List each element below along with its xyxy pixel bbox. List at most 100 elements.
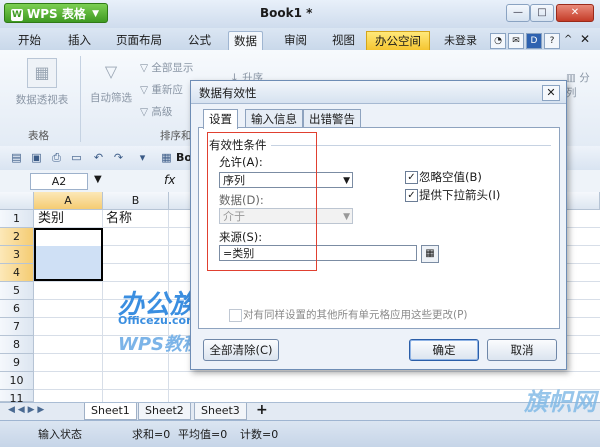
dialog-close-button[interactable]: ✕ bbox=[542, 85, 560, 101]
close-window-button[interactable]: ✕ bbox=[556, 4, 594, 22]
tab-data[interactable]: 数据 bbox=[228, 31, 263, 50]
sheet-tab-3[interactable]: Sheet3 bbox=[194, 403, 247, 420]
tab-page-layout[interactable]: 页面布局 bbox=[114, 31, 164, 49]
row-header[interactable]: 9 bbox=[0, 354, 34, 372]
corner-watermark: 旗帜网 bbox=[524, 388, 596, 416]
row-header[interactable]: 10 bbox=[0, 372, 34, 390]
pivot-table-button[interactable]: ▦ 数据透视表 bbox=[10, 58, 74, 107]
row-header[interactable]: 8 bbox=[0, 336, 34, 354]
status-bar: 输入状态 求和=0 平均值=0 计数=0 bbox=[0, 420, 600, 447]
row-header[interactable]: 3 bbox=[0, 246, 34, 264]
highlight-box bbox=[207, 132, 317, 271]
user-icon[interactable]: ◔ bbox=[490, 33, 506, 49]
save-icon[interactable]: ▣ bbox=[30, 151, 43, 164]
close-doc-icon[interactable]: ✕ bbox=[580, 32, 590, 46]
dropdown-arrow-label: 提供下拉箭头(I) bbox=[419, 188, 501, 202]
dropdown-icon[interactable]: ▾ bbox=[136, 151, 149, 164]
wps-logo-icon: W bbox=[11, 8, 23, 21]
chevron-down-icon: ▼ bbox=[92, 9, 99, 19]
fx-icon[interactable]: fx bbox=[164, 173, 175, 187]
ignore-blank-label: 忽略空值(B) bbox=[419, 170, 482, 184]
advanced-label: 高级 bbox=[151, 106, 173, 118]
document-title: Book1 * bbox=[260, 6, 313, 20]
watermark-wps: WPS教程 bbox=[118, 334, 201, 355]
dialog-title-bar[interactable]: 数据有效性 ✕ bbox=[191, 81, 566, 104]
pivot-table-label: 数据透视表 bbox=[15, 94, 69, 106]
select-all-corner[interactable] bbox=[0, 192, 34, 210]
preview-icon[interactable]: ▭ bbox=[70, 151, 83, 164]
split-label: 分列 bbox=[566, 72, 590, 99]
cell-a1[interactable]: 类别 bbox=[38, 210, 64, 228]
cancel-button[interactable]: 取消 bbox=[487, 339, 557, 361]
group-label-table: 表格 bbox=[28, 130, 49, 142]
d-icon[interactable]: D bbox=[526, 33, 542, 49]
tab-input-message[interactable]: 输入信息 bbox=[245, 109, 303, 128]
wps-menu-button[interactable]: W WPS 表格 ▼ bbox=[4, 3, 108, 23]
apply-all-label: 对有同样设置的其他所有单元格应用这些更改(P) bbox=[243, 309, 468, 321]
tab-review[interactable]: 审阅 bbox=[282, 31, 309, 49]
name-box[interactable]: A2 bbox=[30, 173, 88, 190]
add-sheet-icon[interactable]: + bbox=[256, 402, 268, 418]
column-header-a[interactable]: A bbox=[34, 192, 103, 210]
tab-office-space[interactable]: 办公空间 bbox=[366, 31, 430, 51]
cell-b1[interactable]: 名称 bbox=[106, 210, 132, 228]
range-picker-icon[interactable]: ▦ bbox=[421, 245, 439, 263]
tab-insert[interactable]: 插入 bbox=[66, 31, 93, 49]
split-column-button[interactable]: ▥ 分列 bbox=[566, 70, 600, 100]
watermark-url: Officezu.com bbox=[118, 314, 198, 327]
doc-tab-icon[interactable]: ▦ bbox=[160, 151, 173, 164]
ok-button[interactable]: 确定 bbox=[409, 339, 479, 361]
tab-view[interactable]: 视图 bbox=[330, 31, 357, 49]
chevron-down-icon: ▼ bbox=[343, 176, 350, 186]
group-label-sort: 排序和 bbox=[160, 130, 192, 142]
advanced-filter-button[interactable]: ▽ 高级 bbox=[140, 104, 172, 119]
reapply-label: 重新应 bbox=[151, 84, 183, 96]
open-icon[interactable]: ▤ bbox=[10, 151, 23, 164]
minimize-button[interactable]: — bbox=[506, 4, 530, 22]
status-sum: 求和=0 bbox=[132, 428, 171, 441]
tab-error-alert[interactable]: 出错警告 bbox=[303, 109, 361, 128]
redo-icon[interactable]: ↷ bbox=[112, 151, 125, 164]
sheet-tab-bar: ◀ ◀ ▶ ▶ Sheet1 Sheet2 Sheet3 + bbox=[0, 402, 600, 421]
name-box-dropdown-icon[interactable]: ▼ bbox=[94, 174, 102, 185]
row-header[interactable]: 5 bbox=[0, 282, 34, 300]
help-icon[interactable]: ? bbox=[544, 33, 560, 49]
data-validation-dialog: 数据有效性 ✕ 设置 输入信息 出错警告 有效性条件 允许(A): 序列 ▼ 数据… bbox=[190, 80, 567, 370]
dialog-title: 数据有效性 bbox=[199, 86, 257, 100]
print-icon[interactable]: ⎙ bbox=[50, 151, 63, 164]
group-separator bbox=[80, 56, 81, 142]
row-header[interactable]: 2 bbox=[0, 228, 34, 246]
tab-formulas[interactable]: 公式 bbox=[186, 31, 213, 49]
clear-all-button[interactable]: 全部清除(C) bbox=[203, 339, 279, 361]
sheet-nav-icons[interactable]: ◀ ◀ ▶ ▶ bbox=[8, 405, 44, 415]
maximize-button[interactable]: □ bbox=[530, 4, 554, 22]
undo-icon[interactable]: ↶ bbox=[92, 151, 105, 164]
login-status[interactable]: 未登录 bbox=[444, 32, 477, 48]
column-header-b[interactable]: B bbox=[103, 192, 169, 210]
sheet-tab-1[interactable]: Sheet1 bbox=[84, 403, 137, 420]
title-bar: W WPS 表格 ▼ Book1 * — □ ✕ bbox=[0, 0, 600, 29]
pivot-table-icon: ▦ bbox=[27, 58, 57, 88]
status-mode: 输入状态 bbox=[38, 428, 82, 441]
row-header[interactable]: 7 bbox=[0, 318, 34, 336]
grid-line bbox=[34, 389, 600, 390]
row-header[interactable]: 4 bbox=[0, 264, 34, 282]
sheet-tab-2[interactable]: Sheet2 bbox=[138, 403, 191, 420]
show-all-button[interactable]: ▽ 全部显示 bbox=[140, 60, 193, 75]
ribbon-collapse-icon[interactable]: ^ bbox=[564, 34, 572, 45]
skin-icon[interactable]: ✉ bbox=[508, 33, 524, 49]
tab-home[interactable]: 开始 bbox=[16, 31, 43, 49]
row-header[interactable]: 1 bbox=[0, 210, 34, 228]
ignore-blank-checkbox[interactable]: ✓ bbox=[405, 171, 418, 184]
autofilter-button[interactable]: ▽ 自动筛选 bbox=[84, 58, 138, 105]
tab-settings[interactable]: 设置 bbox=[203, 109, 238, 129]
reapply-button[interactable]: ▽ 重新应 bbox=[140, 82, 183, 97]
status-count: 计数=0 bbox=[240, 428, 279, 441]
row-header[interactable]: 6 bbox=[0, 300, 34, 318]
dropdown-arrow-checkbox[interactable]: ✓ bbox=[405, 189, 418, 202]
chevron-down-icon: ▼ bbox=[343, 212, 350, 222]
row-header[interactable]: 11 bbox=[0, 390, 34, 405]
selected-range[interactable] bbox=[34, 228, 103, 281]
filter-icon: ▽ bbox=[104, 62, 118, 81]
autofilter-label: 自动筛选 bbox=[90, 92, 132, 104]
